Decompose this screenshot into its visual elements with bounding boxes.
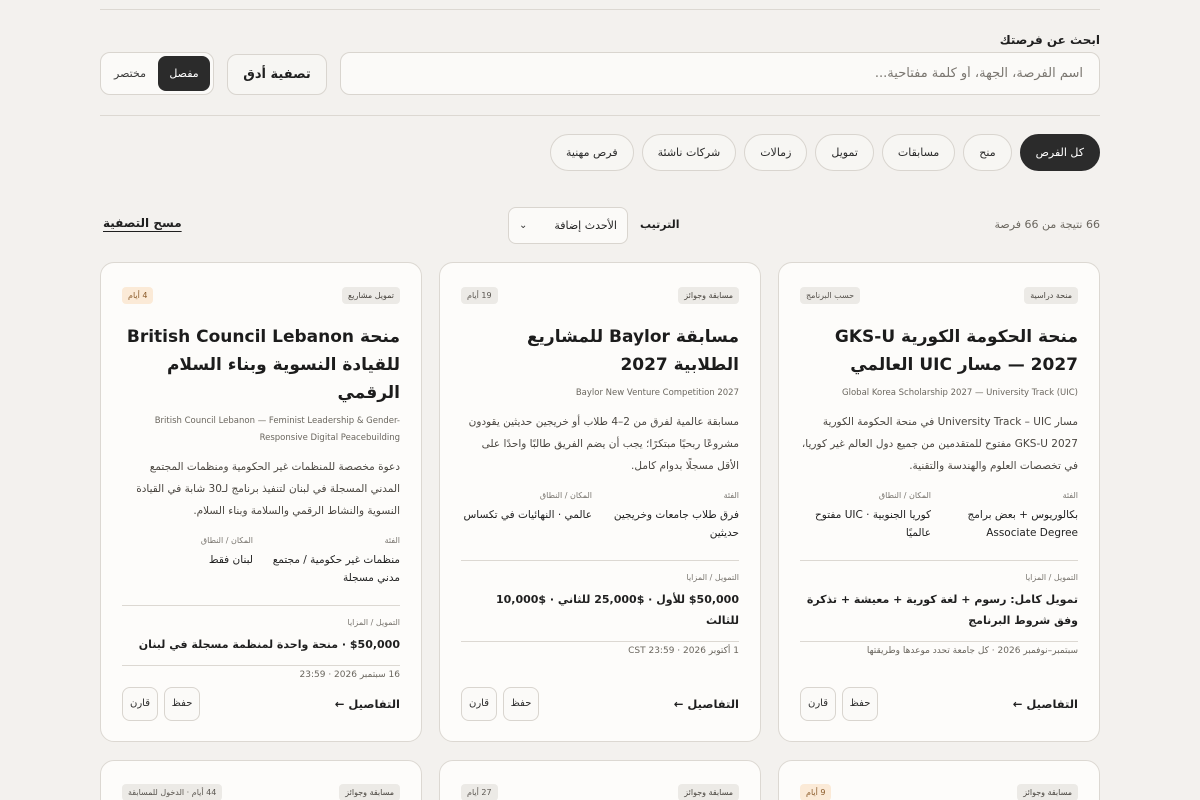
section-divider [100, 115, 1100, 116]
opportunity-card: مسابقة وجوائز 27 أيام [439, 760, 761, 800]
type-badge: منحة دراسية [1024, 287, 1078, 304]
location-value: كوريا الجنوبية · UIC مفتوح عالميًا [815, 509, 931, 539]
opportunity-card: مسابقة وجوائز 19 أيام مسابقة Baylor للمش… [439, 262, 761, 742]
category-label: الفئة [384, 536, 400, 545]
search-input[interactable] [340, 52, 1100, 95]
view-detailed-button[interactable]: مفصل [158, 56, 210, 91]
top-divider [100, 9, 1100, 10]
view-toggle: مفصل مختصر [100, 52, 214, 95]
filter-chip-funding[interactable]: تمويل [815, 134, 874, 171]
card-title: مسابقة Baylor للمشاريع الطلابية 2027 [526, 327, 739, 375]
type-badge: مسابقة وجوائز [678, 287, 739, 304]
card-title: منحة الحكومة الكورية GKS-U 2027 — مسار U… [834, 327, 1078, 375]
funding-value: تمويل كامل: رسوم + لغة كورية + معيشة + ت… [806, 593, 1078, 627]
status-badge: حسب البرنامج [800, 287, 861, 304]
save-button[interactable]: حفظ [842, 686, 878, 721]
search-label: ابحث عن فرصتك [999, 33, 1100, 47]
view-compact-button[interactable]: مختصر [104, 56, 156, 91]
clear-filter-link[interactable]: مسح التصفية [103, 216, 182, 230]
opportunity-card: مسابقة وجوائز 44 أيام · الدخول للمسابقة [100, 760, 422, 800]
category-value: منظمات غير حكومية / مجتمع مدني مسجلة [272, 554, 400, 584]
category-value: فرق طلاب جامعات وخريجين حديثين [613, 509, 739, 539]
card-subtitle: Global Korea Scholarship 2027 — Universi… [842, 388, 1078, 398]
refine-filter-button[interactable]: تصفية أدق [227, 54, 327, 95]
funding-label: التمويل / المزايا [347, 618, 400, 627]
opportunity-card: مسابقة وجوائز 9 أيام [778, 760, 1100, 800]
status-badge: 27 أيام [461, 784, 498, 800]
card-subtitle: British Council Lebanon — Feminist Leade… [154, 416, 400, 443]
card-title: منحة British Council Lebanon للقيادة الن… [126, 327, 400, 403]
filter-chips: كل الفرص منح مسابقات تمويل زمالات شركات … [550, 134, 1100, 171]
chevron-down-icon: ⌄ [519, 220, 528, 231]
status-badge: 9 أيام [800, 784, 832, 800]
location-label: المكان / النطاق [200, 536, 253, 545]
type-badge: مسابقة وجوائز [339, 784, 400, 800]
compare-button[interactable]: قارن [461, 686, 497, 721]
deadline-text: 16 سبتمبر 2026 · 23:59 [299, 670, 400, 680]
card-divider [461, 641, 739, 642]
sort-label: الترتيب [640, 218, 680, 231]
card-description: مسار University Track – UIC في منحة الحك… [801, 416, 1078, 472]
sort-select-value: الأحدث إضافة [554, 219, 617, 232]
opportunity-card: تمويل مشاريع 4 أيام منحة British Council… [100, 262, 422, 742]
filter-chip-grants[interactable]: منح [963, 134, 1012, 171]
filter-chip-competitions[interactable]: مسابقات [881, 134, 956, 171]
location-value: لبنان فقط [208, 554, 253, 566]
status-badge: 44 أيام · الدخول للمسابقة [122, 784, 223, 800]
type-badge: مسابقة وجوائز [1017, 784, 1078, 800]
opportunity-card: منحة دراسية حسب البرنامج منحة الحكومة ال… [778, 262, 1100, 742]
details-link[interactable]: التفاصيل ← [335, 697, 400, 711]
save-button[interactable]: حفظ [164, 686, 200, 721]
type-badge: مسابقة وجوائز [678, 784, 739, 800]
deadline-text: 1 أكتوبر 2026 · 23:59 CST [628, 646, 739, 656]
sort-select[interactable]: الأحدث إضافة ⌄ [508, 207, 628, 244]
card-divider [122, 605, 400, 606]
funding-label: التمويل / المزايا [1025, 573, 1078, 582]
funding-value: $50,000 للأول · $25,000 للثاني · $10,000… [495, 593, 739, 627]
filter-chip-fellowships[interactable]: زمالات [744, 134, 808, 171]
card-description: مسابقة عالمية لفرق من 2–4 طلاب أو خريجين… [468, 416, 739, 472]
results-count: 66 نتيجة من 66 فرصة [994, 218, 1100, 231]
card-divider [800, 560, 1078, 561]
card-divider [122, 665, 400, 666]
deadline-text: سبتمبر–نوفمبر 2026 · كل جامعة تحدد موعده… [866, 646, 1078, 656]
location-label: المكان / النطاق [539, 491, 592, 500]
card-subtitle: Baylor New Venture Competition 2027 [575, 388, 739, 398]
location-value: عالمي · النهائيات في تكساس [463, 509, 592, 521]
details-link[interactable]: التفاصيل ← [1013, 697, 1078, 711]
details-link[interactable]: التفاصيل ← [674, 697, 739, 711]
location-label: المكان / النطاق [878, 491, 931, 500]
filter-chip-startups[interactable]: شركات ناشئة [641, 134, 737, 171]
status-badge: 19 أيام [461, 287, 498, 304]
save-button[interactable]: حفظ [503, 686, 539, 721]
compare-button[interactable]: قارن [800, 686, 836, 721]
card-description: دعوة مخصصة للمنظمات غير الحكومية ومنظمات… [136, 461, 400, 517]
funding-label: التمويل / المزايا [686, 573, 739, 582]
category-label: الفئة [1062, 491, 1078, 500]
filter-chip-careers[interactable]: فرص مهنية [550, 134, 634, 171]
card-divider [800, 641, 1078, 642]
category-value: بكالوريوس + بعض برامج Associate Degree [967, 509, 1078, 539]
filter-chip-all[interactable]: كل الفرص [1019, 134, 1100, 171]
funding-value: $50,000 · منحة واحدة لمنظمة مسجلة في لبن… [138, 638, 400, 651]
status-badge: 4 أيام [122, 287, 154, 304]
compare-button[interactable]: قارن [122, 686, 158, 721]
type-badge: تمويل مشاريع [341, 287, 400, 304]
category-label: الفئة [723, 491, 739, 500]
card-divider [461, 560, 739, 561]
